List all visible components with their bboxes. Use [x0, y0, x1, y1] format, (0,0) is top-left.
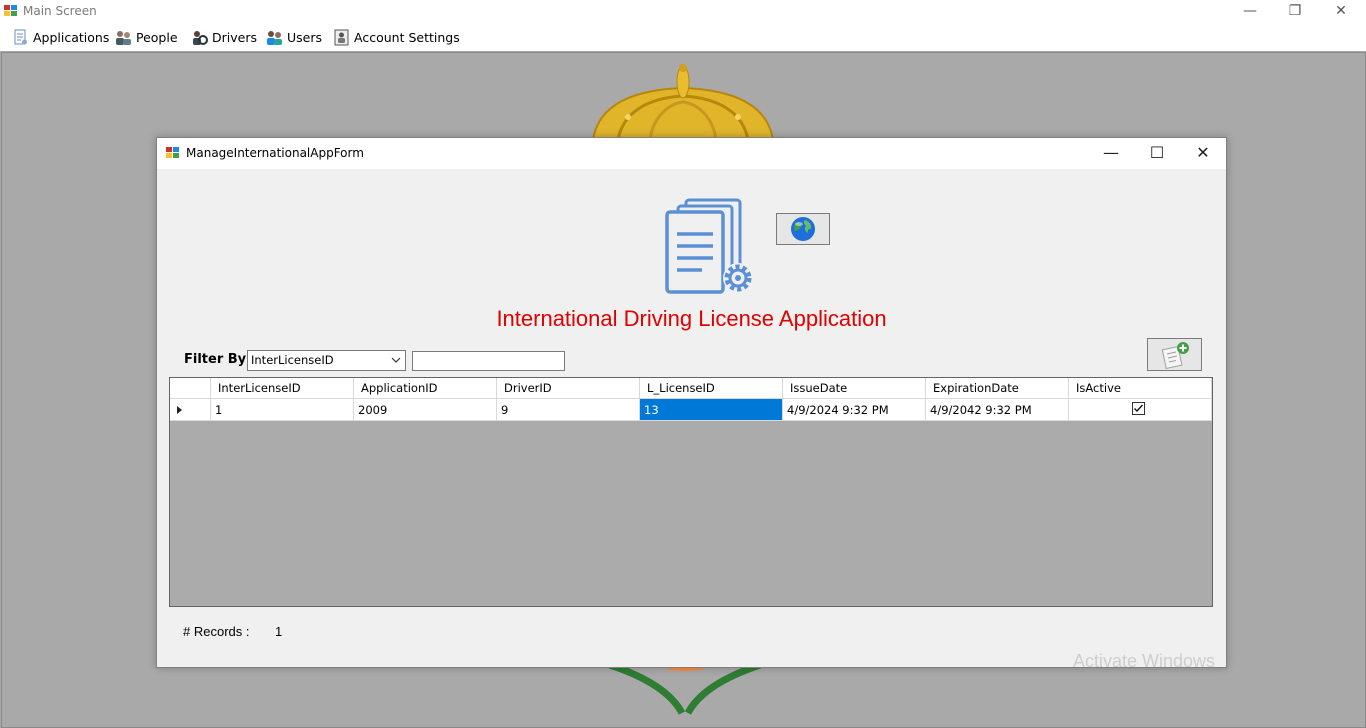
drivers-icon [191, 29, 208, 46]
column-header-interlicenseid[interactable]: InterLicenseID [211, 378, 354, 399]
crown-logo [588, 62, 778, 141]
document-gear-icon [664, 198, 759, 298]
table-cell-isactive[interactable] [1069, 399, 1212, 421]
filter-by-dropdown[interactable]: InterLicenseID [247, 350, 406, 371]
dialog-close-button[interactable]: ✕ [1180, 138, 1226, 169]
minimize-button[interactable]: — [1227, 0, 1273, 23]
column-header-isactive[interactable]: IsActive [1069, 378, 1212, 399]
add-document-icon [1161, 341, 1189, 369]
main-titlebar: Main Screen — ❐ ✕ [0, 0, 1366, 23]
applications-icon [12, 29, 29, 46]
menu-item-account-settings[interactable]: Account Settings [333, 27, 460, 47]
app-icon [4, 5, 18, 18]
row-header-current[interactable] [170, 399, 211, 421]
table-cell-applicationid[interactable]: 2009 [354, 399, 497, 421]
column-header-issuedate[interactable]: IssueDate [783, 378, 926, 399]
table-cell-expirationdate[interactable]: 4/9/2042 9:32 PM [926, 399, 1069, 421]
account-settings-icon [333, 29, 350, 46]
menu-item-users[interactable]: Users [266, 27, 322, 47]
table-cell-l-licenseid-selected[interactable]: 13 [640, 399, 783, 421]
records-count: 1 [275, 624, 283, 639]
form-icon [166, 147, 180, 160]
table-cell-issuedate[interactable]: 4/9/2024 9:32 PM [783, 399, 926, 421]
dialog-maximize-button[interactable]: ☐ [1134, 138, 1180, 169]
menu-label: Applications [33, 29, 110, 45]
column-header-applicationid[interactable]: ApplicationID [354, 378, 497, 399]
menu-label: Account Settings [354, 29, 460, 45]
menu-label: Drivers [212, 29, 257, 45]
users-icon [266, 29, 283, 46]
row-header-corner [170, 378, 211, 399]
filter-selected-value: InterLicenseID [251, 353, 334, 367]
form-heading: International Driving License Applicatio… [496, 306, 887, 331]
menu-item-drivers[interactable]: Drivers [191, 27, 257, 47]
chevron-down-icon [391, 353, 401, 370]
dialog-titlebar: ManageInternationalAppForm — ☐ ✕ [157, 138, 1226, 169]
activate-windows-watermark: Activate Windows [1073, 651, 1216, 671]
window-title: Main Screen [23, 4, 97, 18]
table-cell-interlicenseid[interactable]: 1 [211, 399, 354, 421]
current-row-arrow-icon [177, 406, 182, 414]
menu-item-people[interactable]: People [115, 27, 178, 47]
applications-grid[interactable]: InterLicenseID ApplicationID DriverID L_… [169, 377, 1213, 607]
manage-international-app-dialog: ManageInternationalAppForm — ☐ ✕ Interna [156, 137, 1227, 668]
column-header-driverid[interactable]: DriverID [497, 378, 640, 399]
menu-item-applications[interactable]: Applications [12, 27, 109, 47]
restore-button[interactable]: ❐ [1272, 0, 1318, 23]
people-icon [115, 29, 132, 46]
column-header-l-licenseid[interactable]: L_LicenseID [640, 378, 783, 399]
table-cell-driverid[interactable]: 9 [497, 399, 640, 421]
column-header-expirationdate[interactable]: ExpirationDate [926, 378, 1069, 399]
menu-label: People [136, 29, 178, 45]
international-license-button[interactable] [776, 213, 830, 245]
isactive-checkbox[interactable] [1132, 402, 1145, 415]
records-label: # Records : [183, 624, 250, 639]
wreath-logo [600, 661, 770, 715]
menu-label: Users [287, 29, 323, 45]
filter-by-label: Filter By : [184, 352, 256, 367]
add-new-application-button[interactable] [1147, 338, 1202, 371]
filter-value-input[interactable] [412, 351, 565, 371]
close-button[interactable]: ✕ [1318, 0, 1364, 23]
globe-icon [791, 217, 815, 241]
dialog-title: ManageInternationalAppForm [186, 146, 364, 160]
dialog-minimize-button[interactable]: — [1088, 138, 1134, 169]
